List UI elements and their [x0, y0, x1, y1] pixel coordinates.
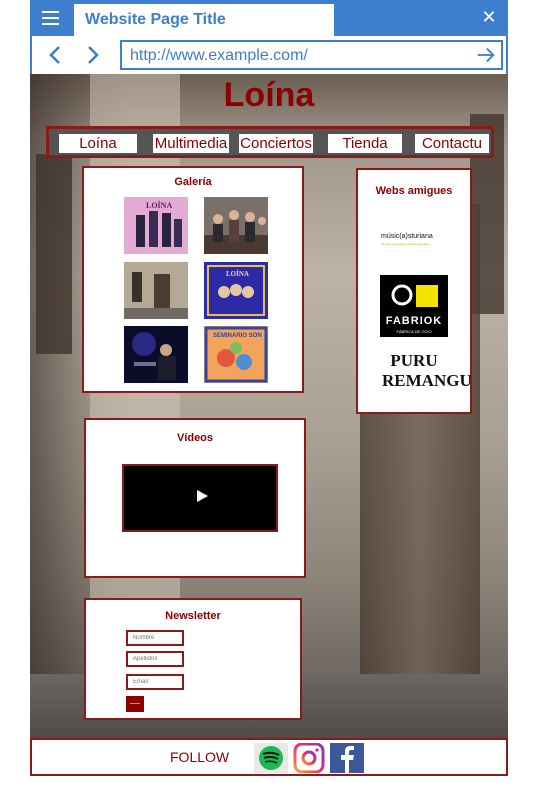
web-page: Loína Loína Multimedia Conciertos Tienda… [30, 74, 508, 738]
newsletter-submit-button[interactable] [126, 696, 144, 712]
site-navbar: Loína Multimedia Conciertos Tienda Conta… [46, 126, 494, 158]
facebook-icon[interactable] [330, 743, 364, 773]
videos-card: Vídeos [84, 418, 306, 578]
friend-link-musicasturiana[interactable]: músic(a)sturiana pa que conozas la músic… [380, 208, 448, 270]
nav-item-loina[interactable]: Loína [59, 134, 137, 153]
svg-text:LOÍNA: LOÍNA [226, 270, 249, 278]
band-acoustic-photo [204, 197, 268, 254]
nav-item-conciertos[interactable]: Conciertos [239, 134, 313, 153]
gallery-title: Galería [174, 176, 212, 188]
gallery-thumb-2[interactable] [204, 197, 268, 254]
friends-title: Webs amigues [375, 185, 453, 197]
site-title: Loína [223, 76, 315, 114]
gallery-thumb-3[interactable] [124, 262, 188, 319]
street-doorway-photo [124, 262, 188, 319]
gallery-thumb-4[interactable]: LOÍNA [204, 262, 268, 319]
fabriok-logo [380, 275, 448, 337]
nav-item-multimedia[interactable]: Multimedia [153, 134, 229, 153]
newsletter-card: Newsletter [84, 598, 302, 720]
background-window-left [36, 154, 72, 354]
spotify-icon[interactable] [254, 743, 288, 773]
videos-title: Vídeos [176, 432, 214, 444]
browser-addressbar: http://www.example.com/ [30, 36, 508, 74]
play-icon[interactable] [197, 490, 208, 502]
gallery-card: Galería LOÍNA LOÍNA SEMINARIO SON [82, 166, 304, 393]
musicasturiana-logo-tagline: pa que conozas la música asturiana [381, 242, 429, 246]
hamburger-menu-icon[interactable] [30, 0, 70, 36]
live-concert-photo [124, 326, 188, 383]
musicasturiana-logo-text: músic(a)sturiana [381, 233, 433, 240]
browser-window: Website Page Title ✕ http://www.example.… [30, 0, 508, 806]
url-input[interactable]: http://www.example.com/ [120, 40, 503, 70]
go-arrow-icon[interactable] [475, 44, 497, 66]
gallery-thumb-6[interactable]: SEMINARIO SON [204, 326, 268, 383]
follow-label: FOLLOW [170, 749, 230, 765]
friend-link-puru-remangu[interactable]: PURU REMANGU [380, 345, 472, 407]
browser-titlebar: Website Page Title ✕ [30, 0, 508, 36]
apellidos-input[interactable] [126, 651, 184, 667]
gallery-thumb-5[interactable] [124, 326, 188, 383]
friends-card: Webs amigues músic(a)sturiana pa que con… [356, 168, 472, 414]
close-icon[interactable]: ✕ [478, 6, 500, 28]
puru-remangu-logo-text: PURU REMANGU [382, 351, 472, 390]
back-arrow-icon[interactable] [44, 43, 68, 67]
gallery-thumb-1[interactable]: LOÍNA [124, 197, 188, 254]
email-input[interactable] [126, 674, 184, 690]
seminario-son-cover: SEMINARIO SON [204, 326, 268, 383]
nav-item-tienda[interactable]: Tienda [328, 134, 402, 153]
fabriok-logo-tagline: FÁBRICA DE OCIO [396, 329, 432, 334]
tab-title: Website Page Title [85, 11, 226, 28]
svg-text:SEMINARIO SON: SEMINARIO SON [213, 333, 262, 339]
url-text: http://www.example.com/ [130, 47, 308, 64]
band-album-cover: LOÍNA [204, 262, 268, 319]
instagram-icon[interactable] [292, 743, 326, 773]
site-footer: FOLLOW [30, 738, 508, 776]
friend-link-fabriok[interactable]: FABRIOK FÁBRICA DE OCIO [380, 275, 448, 337]
svg-text:LOÍNA: LOÍNA [146, 200, 172, 210]
nombre-input[interactable] [126, 630, 184, 646]
video-player[interactable] [122, 464, 278, 532]
forward-arrow-icon[interactable] [80, 43, 104, 67]
fabriok-logo-text: FABRIOK [385, 315, 443, 327]
newsletter-title: Newsletter [165, 610, 221, 622]
browser-tab[interactable]: Website Page Title [74, 4, 334, 36]
band-photo-pink: LOÍNA [124, 197, 188, 254]
nav-item-contactu[interactable]: Contactu [415, 134, 489, 153]
